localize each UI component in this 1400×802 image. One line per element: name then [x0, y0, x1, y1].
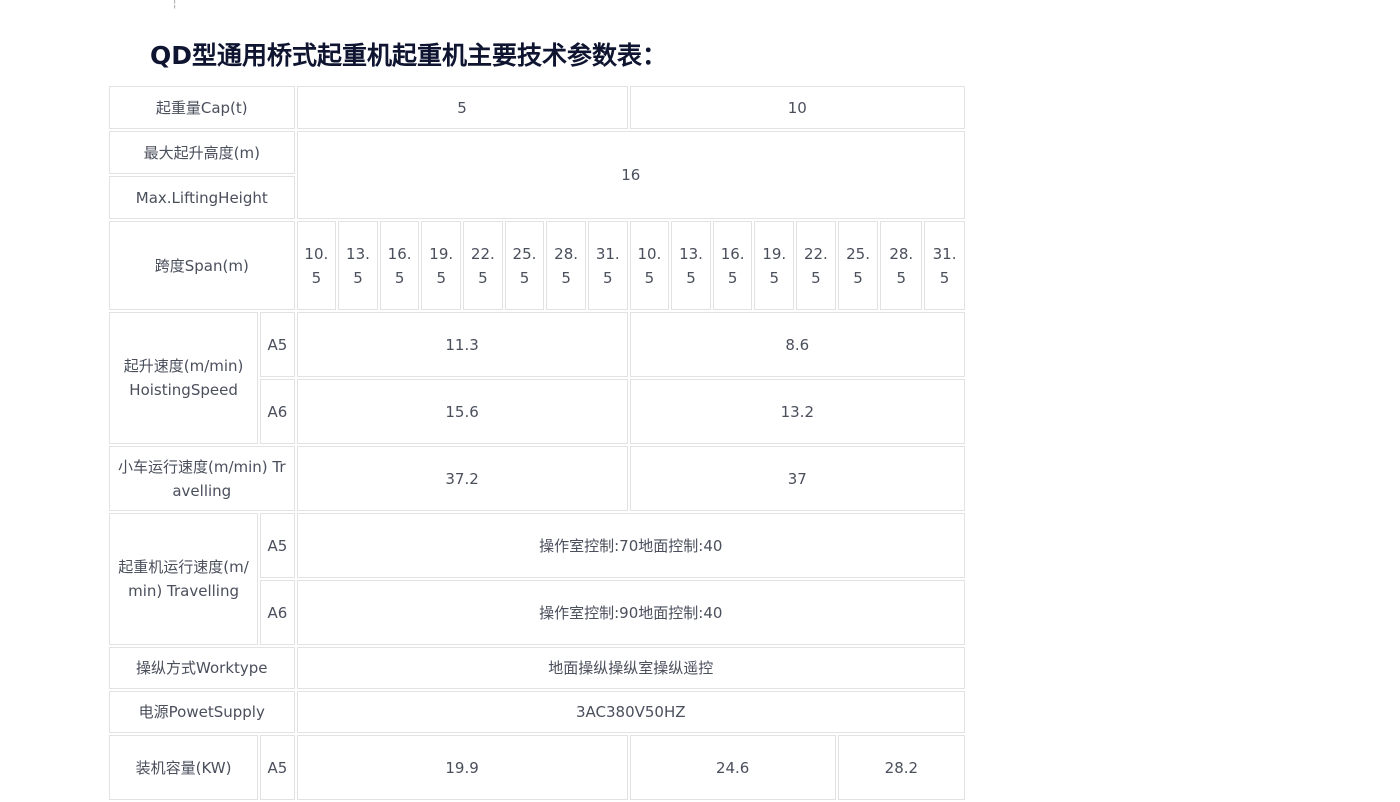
- worktype-value: 地面操纵操纵室操纵遥控: [296, 647, 965, 689]
- span-value: 28.5: [546, 221, 586, 310]
- span-value: 10.5: [629, 221, 670, 310]
- lifting-height-value: 16: [296, 131, 965, 219]
- installed-capacity-value: 28.2: [837, 735, 965, 800]
- worktype-label: 操纵方式Worktype: [109, 647, 295, 689]
- installed-capacity-label: 装机容量(KW): [109, 735, 259, 800]
- span-value: 13.5: [338, 221, 378, 310]
- text-caret: ¦: [173, 0, 177, 10]
- row-worktype: 操纵方式Worktype 地面操纵操纵室操纵遥控: [109, 647, 965, 689]
- power-supply-label: 电源PowetSupply: [109, 691, 295, 733]
- span-value: 25.5: [504, 221, 545, 310]
- hoisting-a5-sub: A5: [260, 312, 295, 377]
- row-crane-speed-a5: 起重机运行速度(m/min) Travelling A5 操作室控制:70地面控…: [109, 513, 965, 645]
- crane-a6-sub: A6: [260, 580, 295, 645]
- installed-capacity-value: 19.9: [296, 735, 628, 800]
- span-value: 19.5: [754, 221, 795, 310]
- row-capacity: 起重量Cap(t) 5 10: [109, 86, 965, 129]
- span-value: 31.5: [587, 221, 628, 310]
- row-hoisting-a5: 起升速度(m/min) HoistingSpeed A5 11.3 8.6: [109, 312, 965, 444]
- capacity-value-5: 5: [296, 86, 628, 129]
- row-span: 跨度Span(m) 10.5 13.5 16.5 19.5 22.5 25.5 …: [109, 221, 965, 310]
- crane-speed-label: 起重机运行速度(m/min) Travelling: [109, 513, 259, 645]
- row-trolley-speed: 小车运行速度(m/min) Travelling 37.2 37: [109, 446, 965, 511]
- row-installed-capacity: 装机容量(KW) A5 19.9 24.6 28.2: [109, 735, 965, 800]
- span-value: 31.5: [924, 221, 965, 310]
- capacity-label: 起重量Cap(t): [109, 86, 295, 129]
- span-value: 10.5: [296, 221, 337, 310]
- lifting-height-label-en: Max.LiftingHeight: [109, 176, 295, 219]
- row-lifting-height-cn: 最大起升高度(m) 16: [109, 131, 965, 219]
- spec-table: 起重量Cap(t) 5 10 最大起升高度(m) 16 Max.LiftingH…: [107, 84, 967, 802]
- span-label: 跨度Span(m): [109, 221, 295, 310]
- hoisting-speed-label: 起升速度(m/min) HoistingSpeed: [109, 312, 259, 444]
- page-title: QD型通用桥式起重机起重机主要技术参数表：: [150, 41, 668, 70]
- hoisting-a5-value: 8.6: [629, 312, 965, 377]
- span-value: 22.5: [463, 221, 503, 310]
- crane-a5-sub: A5: [260, 513, 295, 578]
- lifting-height-label-cn: 最大起升高度(m): [109, 131, 295, 174]
- row-power-supply: 电源PowetSupply 3AC380V50HZ: [109, 691, 965, 733]
- trolley-speed-label: 小车运行速度(m/min) Travelling: [109, 446, 295, 511]
- span-value: 25.5: [837, 221, 879, 310]
- span-value: 28.5: [880, 221, 923, 310]
- crane-a5-value: 操作室控制:70地面控制:40: [296, 513, 965, 578]
- span-value: 13.5: [671, 221, 711, 310]
- capacity-value-10: 10: [629, 86, 965, 129]
- hoisting-a6-value: 15.6: [296, 379, 628, 444]
- hoisting-a5-value: 11.3: [296, 312, 628, 377]
- hoisting-a6-value: 13.2: [629, 379, 965, 444]
- span-value: 16.5: [379, 221, 420, 310]
- span-value: 22.5: [796, 221, 836, 310]
- trolley-speed-value: 37: [629, 446, 965, 511]
- span-value: 16.5: [712, 221, 753, 310]
- trolley-speed-value: 37.2: [296, 446, 628, 511]
- crane-a6-value: 操作室控制:90地面控制:40: [296, 580, 965, 645]
- installed-capacity-sub: A5: [260, 735, 295, 800]
- power-supply-value: 3AC380V50HZ: [296, 691, 965, 733]
- hoisting-a6-sub: A6: [260, 379, 295, 444]
- span-value: 19.5: [421, 221, 462, 310]
- installed-capacity-value: 24.6: [629, 735, 836, 800]
